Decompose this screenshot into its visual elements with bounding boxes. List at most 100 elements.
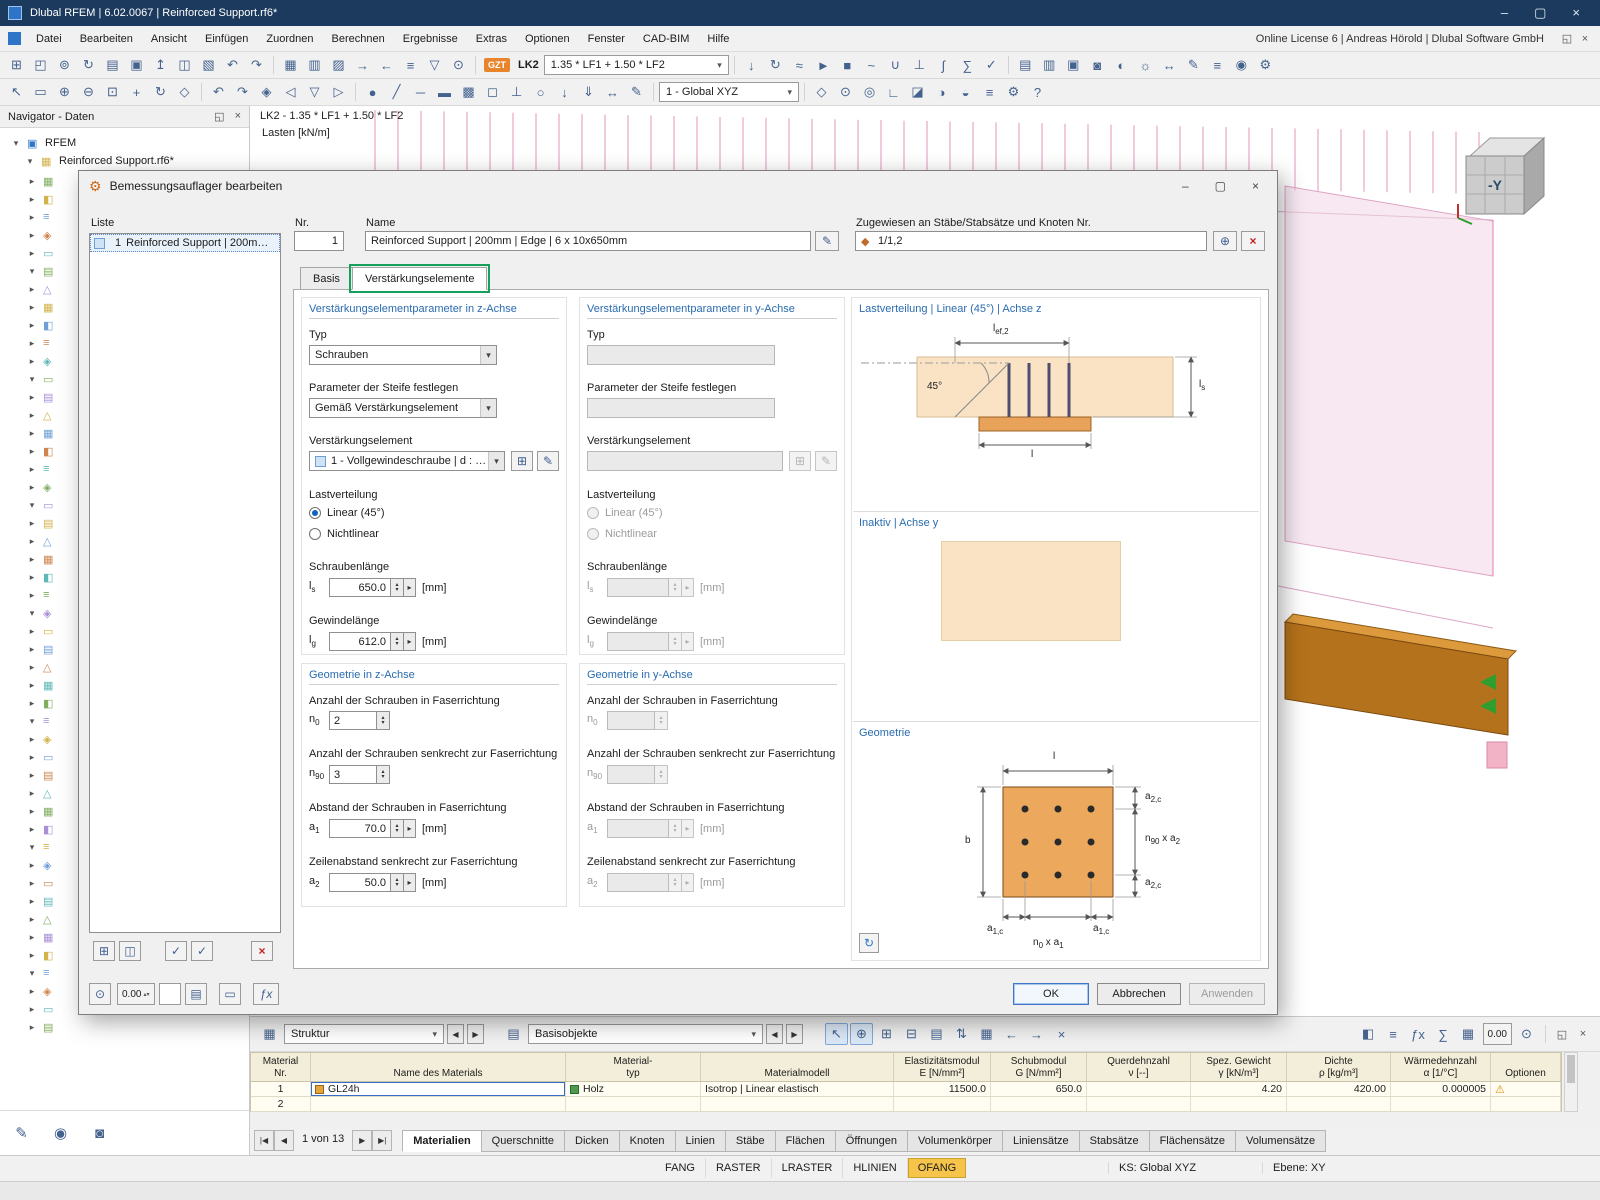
stop-icon[interactable]: ■ xyxy=(836,54,859,76)
chevron-right-icon[interactable]: ▸ xyxy=(26,446,38,457)
table-tab[interactable]: Flächensätze xyxy=(1149,1130,1236,1152)
chevron-right-icon[interactable]: ▾ xyxy=(26,374,38,385)
pick-list-button[interactable]: ▤ xyxy=(185,983,207,1005)
object-snap-icon[interactable]: ◎ xyxy=(858,81,881,103)
screw-length-input[interactable]: 650.0 xyxy=(329,578,391,597)
measure-icon[interactable]: ↔ xyxy=(1158,54,1181,76)
select-all-button[interactable]: ✓ xyxy=(165,941,187,961)
chevron-right-icon[interactable]: ▸ xyxy=(26,464,38,475)
table-manager-icon[interactable]: ▦ xyxy=(1457,1023,1480,1045)
chevron-right-icon[interactable]: ▸ xyxy=(26,626,38,637)
spinner-arrows[interactable]: ▴▾ xyxy=(377,765,390,784)
chevron-right-icon[interactable]: ▾ xyxy=(26,968,38,979)
export-icon[interactable]: → xyxy=(1025,1023,1048,1045)
chevron-right-icon[interactable]: ▸ xyxy=(26,410,38,421)
rotate-view-icon[interactable]: ↻ xyxy=(149,81,172,103)
layers-icon[interactable]: ≡ xyxy=(1382,1023,1405,1045)
chevron-right-icon[interactable]: ▸ xyxy=(26,896,38,907)
calculate-icon[interactable]: ► xyxy=(812,54,835,76)
moment-icon[interactable]: ↻ xyxy=(764,54,787,76)
insert-row-icon[interactable]: ▤ xyxy=(925,1023,948,1045)
zoom-out-icon[interactable]: ⊖ xyxy=(77,81,100,103)
nodal-load-icon[interactable]: ↓ xyxy=(553,81,576,103)
chevron-right-icon[interactable]: ▸ xyxy=(26,356,38,367)
column-header[interactable]: Querdehnzahlν [--] xyxy=(1087,1053,1191,1081)
chevron-right-icon[interactable]: ▸ xyxy=(26,662,38,673)
support-forces-icon[interactable]: ⊥ xyxy=(908,54,931,76)
excel-export-icon[interactable]: ▦ xyxy=(975,1023,998,1045)
visibility-eye-icon[interactable]: ◉ xyxy=(49,1122,72,1144)
chevron-right-icon[interactable]: ▸ xyxy=(26,824,38,835)
chevron-right-icon[interactable]: ▸ xyxy=(26,572,38,583)
line-load-icon[interactable]: ⇓ xyxy=(577,81,600,103)
open-model-icon[interactable]: ◰ xyxy=(29,54,52,76)
dock-panel-icon[interactable]: ◱ xyxy=(214,110,224,123)
next-table-button[interactable]: ▶ xyxy=(467,1024,484,1044)
n0-input[interactable]: 2 xyxy=(329,711,377,730)
detail-picker-button[interactable]: ▸ xyxy=(404,819,416,838)
sum-icon[interactable]: ∑ xyxy=(1432,1023,1455,1045)
chevron-right-icon[interactable]: ▸ xyxy=(26,212,38,223)
select-mode-icon[interactable]: ↖ xyxy=(825,1023,848,1045)
redo-icon[interactable]: ↷ xyxy=(245,54,268,76)
chevron-right-icon[interactable]: ▸ xyxy=(26,752,38,763)
chevron-right-icon[interactable]: ▸ xyxy=(26,1004,38,1015)
prev-table-button[interactable]: ◀ xyxy=(447,1024,464,1044)
fit-view-icon[interactable]: ◇ xyxy=(173,81,196,103)
iso-view-icon[interactable]: ◈ xyxy=(255,81,278,103)
table-export-icon[interactable]: → xyxy=(351,54,374,76)
surface-icon[interactable]: ▬ xyxy=(433,81,456,103)
maximize-button[interactable]: ▢ xyxy=(1534,5,1546,21)
stats-icon[interactable]: ≡ xyxy=(978,81,1001,103)
chevron-right-icon[interactable]: ▸ xyxy=(26,932,38,943)
view-z-icon[interactable]: ▷ xyxy=(327,81,350,103)
dialog-maximize-button[interactable]: ▢ xyxy=(1215,179,1226,193)
clear-assignment-button[interactable]: × xyxy=(1241,231,1265,251)
n90-input[interactable]: 3 xyxy=(329,765,377,784)
column-header[interactable]: ElastizitätsmodulE [N/mm²] xyxy=(894,1053,991,1081)
tree-item-rfem[interactable]: ▾ ▣ RFEM xyxy=(0,134,249,152)
spinner-arrows[interactable]: ▴▾ xyxy=(391,819,404,838)
text-icon[interactable]: ✎ xyxy=(625,81,648,103)
table-decimals-button[interactable]: 0.00 xyxy=(1483,1023,1512,1045)
column-header[interactable]: Spez. Gewichtγ [kN/m³] xyxy=(1191,1053,1287,1081)
chevron-right-icon[interactable]: ▸ xyxy=(26,878,38,889)
menu-item[interactable]: Datei xyxy=(27,29,71,49)
chevron-right-icon[interactable]: ▸ xyxy=(26,284,38,295)
diagram-view-toggle-button[interactable]: ↻ xyxy=(859,933,879,953)
dimension-icon[interactable]: ↔ xyxy=(601,81,624,103)
printout-icon[interactable]: ▥ xyxy=(1038,54,1061,76)
edit-reinforcement-button[interactable]: ✎ xyxy=(537,451,559,471)
a1-input[interactable]: 70.0 xyxy=(329,819,391,838)
column-header[interactable]: SchubmodulG [N/mm²] xyxy=(991,1053,1087,1081)
new-model-icon[interactable]: ⊞ xyxy=(5,54,28,76)
thread-length-input[interactable]: 612.0 xyxy=(329,632,391,651)
export-icon[interactable]: ↥ xyxy=(149,54,172,76)
member-icon[interactable]: ─ xyxy=(409,81,432,103)
chevron-right-icon[interactable]: ▾ xyxy=(26,266,38,277)
cloud-icon[interactable]: ⊚ xyxy=(53,54,76,76)
material-name-cell[interactable]: GL24h xyxy=(311,1082,566,1096)
menu-item[interactable]: Ergebnisse xyxy=(394,29,467,49)
navigator-tree-item[interactable]: ▸ ▤ xyxy=(0,1018,249,1036)
table-import-icon[interactable]: ← xyxy=(375,54,398,76)
chevron-right-icon[interactable]: ▸ xyxy=(26,194,38,205)
snap-toggle[interactable]: RASTER xyxy=(706,1158,772,1178)
close-panel-icon[interactable]: × xyxy=(235,110,241,123)
close-table-icon[interactable]: × xyxy=(1574,1025,1592,1043)
chevron-right-icon[interactable]: ▸ xyxy=(26,338,38,349)
light-icon[interactable]: ☼ xyxy=(1134,54,1157,76)
chevron-right-icon[interactable]: ▸ xyxy=(26,230,38,241)
view-cube[interactable]: -Y xyxy=(1452,126,1552,226)
import-icon[interactable]: ← xyxy=(1000,1023,1023,1045)
render-mode-icon[interactable]: ◑ xyxy=(930,81,953,103)
dialog-close-button[interactable]: × xyxy=(1252,179,1259,193)
box-select-icon[interactable]: ▭ xyxy=(29,81,52,103)
chevron-right-icon[interactable]: ▾ xyxy=(26,842,38,853)
next-view-icon[interactable]: ↷ xyxy=(231,81,254,103)
snap-toggle[interactable]: LRASTER xyxy=(772,1158,844,1178)
internal-forces-icon[interactable]: ∫ xyxy=(932,54,955,76)
opening-icon[interactable]: ◻ xyxy=(481,81,504,103)
stress-icon[interactable]: ∑ xyxy=(956,54,979,76)
decimal-places-button[interactable]: 0.00▴▾ xyxy=(117,983,155,1005)
